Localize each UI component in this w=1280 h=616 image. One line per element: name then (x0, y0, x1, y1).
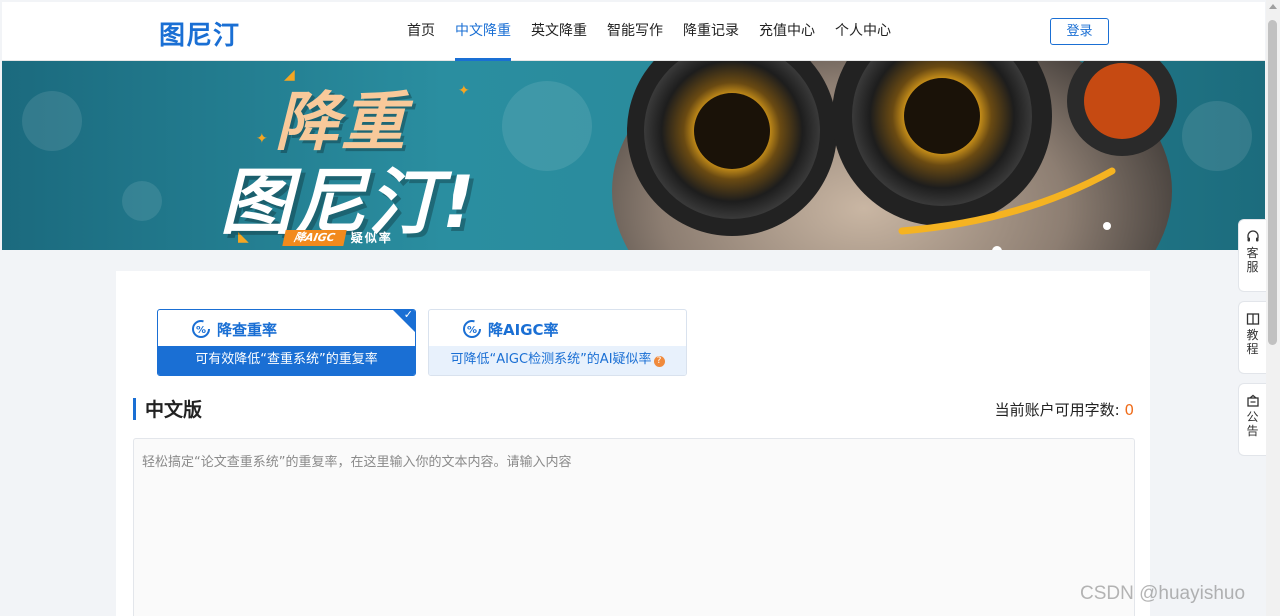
bokeh-light (502, 81, 592, 171)
main-nav: 首页 中文降重 英文降重 智能写作 降重记录 充值中心 个人中心 (407, 2, 911, 61)
bokeh-light (1182, 101, 1252, 171)
site-logo[interactable]: 图尼汀 (159, 15, 240, 52)
side-label: 教程 (1246, 328, 1259, 356)
customer-service-button[interactable]: 客服 (1238, 219, 1266, 292)
tab-header: % 降AIGC率 (429, 310, 686, 348)
nav-item-2[interactable]: 英文降重 (531, 2, 587, 61)
tab-description: 可有效降低“查重系统”的重复率 (158, 346, 415, 375)
tab-title: 降AIGC率 (488, 320, 559, 339)
nav-item-0[interactable]: 首页 (407, 2, 435, 61)
credit-value: 0 (1124, 401, 1134, 419)
banner-tag-pill: 降AIGC (282, 229, 347, 246)
nav-item-3[interactable]: 智能写作 (607, 2, 663, 61)
login-button[interactable]: 登录 (1050, 18, 1109, 45)
robot-illustration (612, 61, 1177, 250)
headset-icon (1246, 230, 1259, 242)
svg-text:%: % (196, 325, 206, 336)
percent-refresh-icon: % (463, 320, 481, 338)
banner-tag: 降AIGC 疑似率 (282, 229, 393, 246)
nav-item-4[interactable]: 降重记录 (683, 2, 739, 61)
sparkle-icon: ✦ (458, 83, 470, 99)
watermark: CSDN @huayishuo (1080, 583, 1246, 604)
announcement-button[interactable]: 公告 (1238, 383, 1266, 456)
section-accent-bar (133, 398, 136, 420)
tab-reduce-aigc[interactable]: % 降AIGC率 可降低“AIGC检测系统”的AI疑似率? (428, 309, 687, 376)
bokeh-light (122, 181, 162, 221)
text-input-area[interactable] (133, 438, 1135, 616)
help-icon[interactable]: ? (653, 356, 665, 367)
percent-refresh-icon: % (192, 320, 210, 338)
tab-description: 可降低“AIGC检测系统”的AI疑似率 (450, 352, 652, 367)
banner-tag-text: 疑似率 (350, 231, 393, 245)
side-label: 公告 (1246, 410, 1259, 438)
nav-item-5[interactable]: 充值中心 (759, 2, 815, 61)
tab-description-row: 可降低“AIGC检测系统”的AI疑似率? (429, 346, 686, 375)
nav-item-6[interactable]: 个人中心 (835, 2, 891, 61)
hero-banner: ◢ ✦ ✦ ◣ 降重 图尼汀! 降AIGC 疑似率 (2, 61, 1265, 250)
credit-label: 当前账户可用字数: (994, 401, 1120, 419)
check-icon: ✓ (403, 309, 413, 321)
top-header: 图尼汀 首页 中文降重 英文降重 智能写作 降重记录 充值中心 个人中心 登录 (2, 2, 1265, 61)
tab-header: % 降查重率 (158, 310, 415, 348)
main-card: % 降查重率 可有效降低“查重系统”的重复率 ✓ % 降AIGC率 可降低“AI… (116, 271, 1150, 616)
nav-item-1[interactable]: 中文降重 (455, 2, 511, 61)
bokeh-light (22, 91, 82, 151)
svg-text:%: % (467, 325, 477, 336)
notice-icon (1246, 394, 1259, 407)
side-label: 客服 (1246, 246, 1259, 274)
word-credit: 当前账户可用字数: 0 (995, 399, 1134, 420)
tutorial-button[interactable]: 教程 (1238, 301, 1266, 374)
tab-reduce-duplicate[interactable]: % 降查重率 可有效降低“查重系统”的重复率 ✓ (157, 309, 416, 376)
scrollbar-thumb[interactable] (1268, 20, 1277, 345)
scroll-up-icon[interactable] (1269, 4, 1277, 9)
section-title: 中文版 (145, 399, 203, 421)
book-icon (1246, 313, 1259, 325)
tab-title: 降查重率 (217, 320, 278, 339)
